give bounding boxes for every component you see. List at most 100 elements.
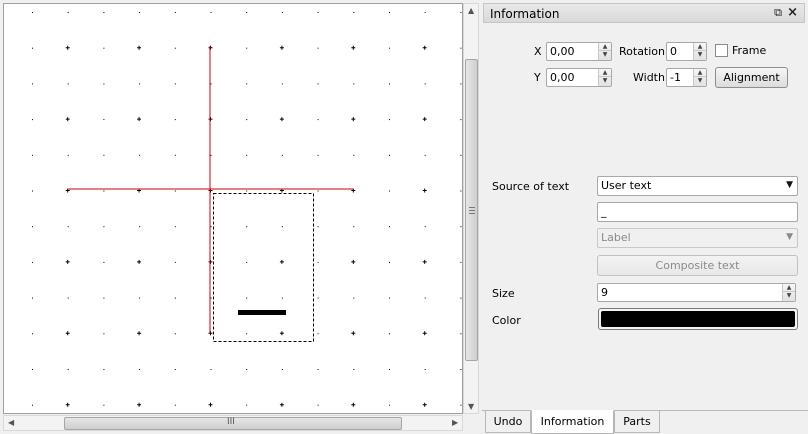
spin-down-icon[interactable]: ▼ <box>783 292 795 300</box>
grid-dot <box>32 261 33 263</box>
restore-icon[interactable]: ⧉ <box>774 6 782 20</box>
grid-dot <box>281 83 283 85</box>
grid-dot <box>32 404 33 406</box>
text-input[interactable]: _ <box>597 202 798 222</box>
grid-cross <box>351 117 356 122</box>
rotation-spin-buttons[interactable]: ▲ ▼ <box>693 43 706 60</box>
grid-cross <box>351 45 356 50</box>
tab-parts[interactable]: Parts <box>614 411 660 433</box>
spin-down-icon[interactable]: ▼ <box>599 51 611 59</box>
grid-dot <box>424 297 426 299</box>
grid-dot <box>424 83 426 85</box>
grid-dot <box>424 369 426 370</box>
grid-cross <box>351 331 356 336</box>
color-picker-button[interactable] <box>598 308 798 330</box>
grid-dot <box>67 83 69 85</box>
y-label: Y <box>534 71 541 84</box>
width-spinbox[interactable]: -1 ▲ ▼ <box>666 68 707 87</box>
scroll-up-icon[interactable]: ▲ <box>468 7 474 15</box>
grid-dot <box>317 83 319 85</box>
composite-text-button: Composite text <box>597 255 798 276</box>
grid-cross <box>422 117 427 122</box>
color-swatch <box>601 311 795 327</box>
grid-dot <box>460 369 462 370</box>
dock-title-bar[interactable]: Information ⧉ × <box>483 3 805 23</box>
grid-dot <box>174 154 176 156</box>
grid-dot <box>246 369 248 370</box>
size-spinbox[interactable]: 9 ▲ ▼ <box>597 283 796 302</box>
grid-dot <box>32 83 33 85</box>
grid-dot <box>32 154 33 156</box>
x-spin-buttons[interactable]: ▲ ▼ <box>598 43 611 60</box>
grid-dot <box>424 226 426 228</box>
grid-dot <box>210 83 212 85</box>
size-spin-buttons[interactable]: ▲ ▼ <box>782 284 795 301</box>
grid-dot <box>281 226 283 228</box>
grid-dot <box>317 261 319 263</box>
grid-dot <box>460 154 462 156</box>
grid-dot <box>317 12 319 13</box>
drawing-area: ▲ ▼ ◀ III ▶ <box>0 0 480 434</box>
grip-line <box>469 210 475 211</box>
grid-dot <box>460 119 462 121</box>
spin-down-icon[interactable]: ▼ <box>694 77 706 85</box>
spin-up-icon[interactable]: ▲ <box>694 69 706 77</box>
grip-line <box>469 207 475 208</box>
grid-cross <box>422 259 427 264</box>
scroll-right-icon[interactable]: ▶ <box>452 419 458 427</box>
drawing-canvas[interactable] <box>3 3 463 414</box>
vertical-scrollbar-thumb[interactable] <box>465 59 478 361</box>
x-value: 0,00 <box>550 45 575 58</box>
grip-line <box>469 213 475 214</box>
grid-dot <box>174 119 176 121</box>
spin-up-icon[interactable]: ▲ <box>783 284 795 292</box>
x-spinbox[interactable]: 0,00 ▲ ▼ <box>546 42 612 61</box>
alignment-button[interactable]: Alignment <box>715 67 788 88</box>
frame-checkbox[interactable] <box>715 44 728 57</box>
horizontal-scrollbar[interactable]: ◀ III ▶ <box>3 415 463 431</box>
spin-up-icon[interactable]: ▲ <box>599 43 611 51</box>
grid-dot <box>103 154 105 156</box>
tab-undo[interactable]: Undo <box>485 411 531 433</box>
source-of-text-select[interactable]: User text ▼ <box>597 176 798 196</box>
source-of-text-label: Source of text <box>492 180 570 193</box>
grid-dot <box>210 154 212 156</box>
grid-cross <box>422 188 427 193</box>
horizontal-scrollbar-thumb[interactable]: III <box>64 417 402 430</box>
grid-dot <box>246 12 248 13</box>
grid-dot <box>103 47 105 49</box>
grid-dot <box>103 12 105 13</box>
grid-dot <box>246 226 248 228</box>
spin-up-icon[interactable]: ▲ <box>599 69 611 77</box>
grid-dot <box>389 369 390 370</box>
grid-dot <box>103 404 105 406</box>
y-spinbox[interactable]: 0,00 ▲ ▼ <box>546 68 612 87</box>
grid-cross <box>422 402 427 407</box>
grid-dot <box>389 404 390 406</box>
grid-cross <box>137 402 142 407</box>
grid-dot <box>32 226 33 228</box>
grid-cross <box>65 117 70 122</box>
grid-dot <box>103 297 105 299</box>
grid-dot <box>103 119 105 121</box>
canvas-grid[interactable] <box>4 4 463 414</box>
scroll-down-icon[interactable]: ▼ <box>468 403 474 411</box>
grid-dot <box>389 83 390 85</box>
spin-down-icon[interactable]: ▼ <box>694 51 706 59</box>
spin-up-icon[interactable]: ▲ <box>694 43 706 51</box>
grid-dot <box>67 12 69 13</box>
vertical-scrollbar[interactable]: ▲ ▼ <box>463 3 479 414</box>
grid-dot <box>389 190 390 192</box>
width-spin-buttons[interactable]: ▲ ▼ <box>693 69 706 86</box>
spin-down-icon[interactable]: ▼ <box>599 77 611 85</box>
grid-dot <box>103 333 105 335</box>
grid-cross <box>279 331 284 336</box>
grid-dot <box>389 226 390 228</box>
scroll-left-icon[interactable]: ◀ <box>8 419 14 427</box>
close-icon[interactable]: × <box>787 5 798 20</box>
grip-label: III <box>227 417 235 427</box>
rotation-spinbox[interactable]: 0 ▲ ▼ <box>666 42 707 61</box>
y-spin-buttons[interactable]: ▲ ▼ <box>598 69 611 86</box>
tab-information[interactable]: Information <box>531 410 614 434</box>
grid-dot <box>246 333 248 335</box>
